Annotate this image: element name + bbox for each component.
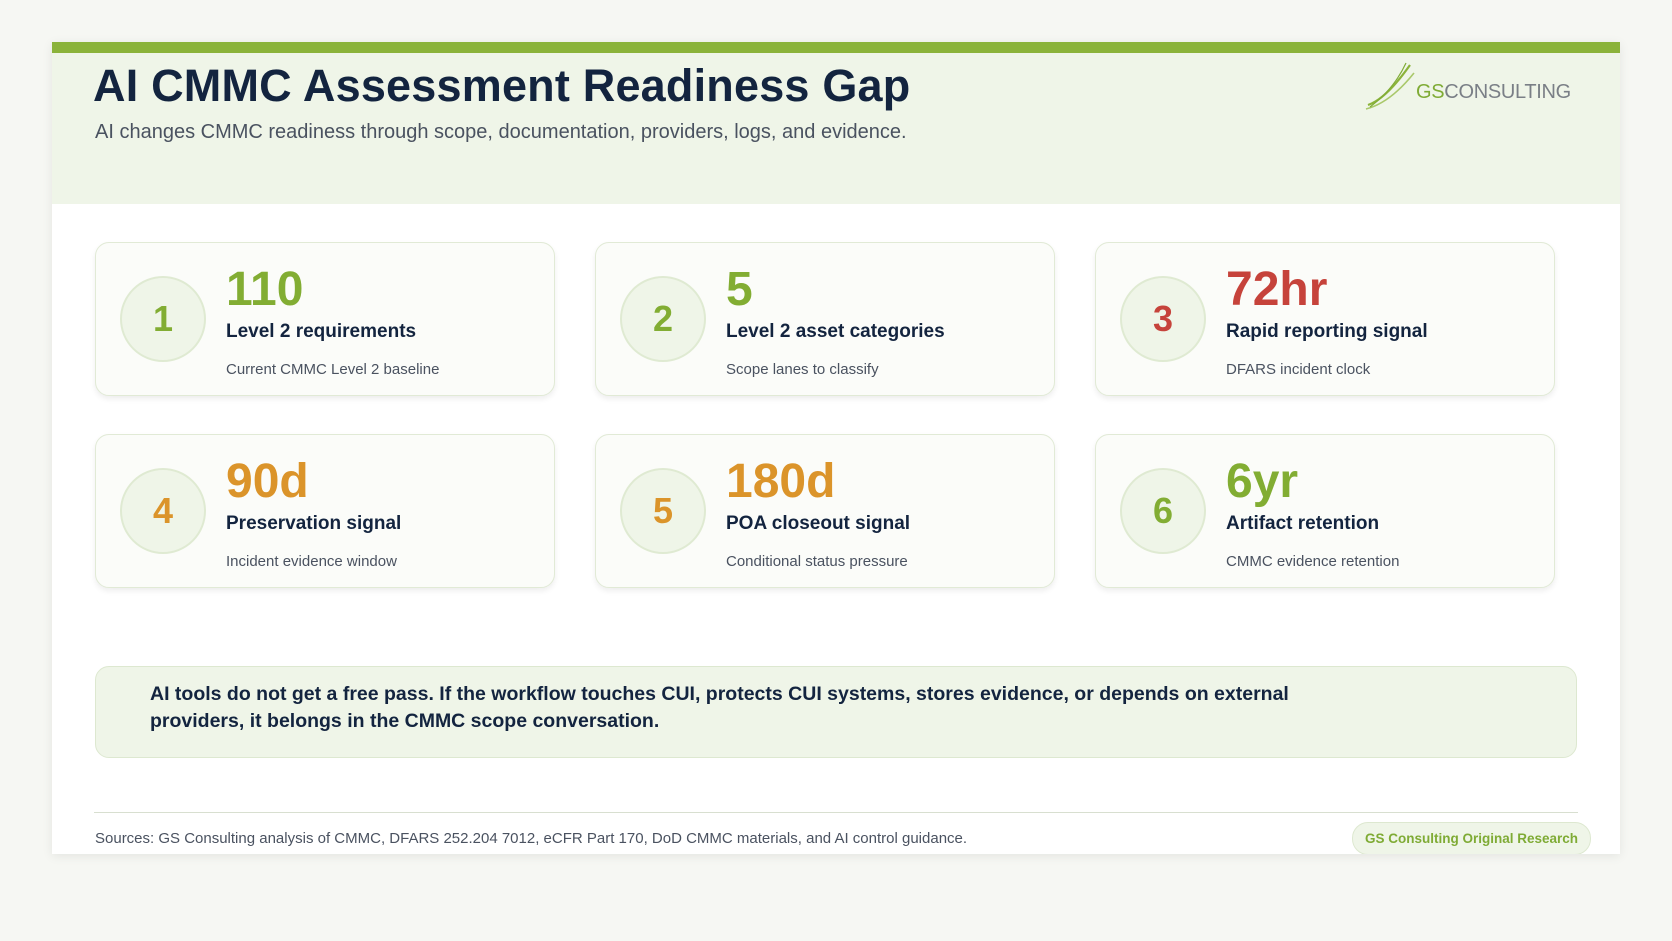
step-number: 2 <box>620 276 706 362</box>
step-number: 5 <box>620 468 706 554</box>
footer-divider <box>94 812 1578 813</box>
stat-card-4: 4 90d Preservation signal Incident evide… <box>95 434 555 588</box>
stat-value: 110 <box>226 263 304 316</box>
step-number: 4 <box>120 468 206 554</box>
stat-value: 180d <box>726 455 836 508</box>
stat-description: DFARS incident clock <box>1226 361 1371 378</box>
stat-description: Incident evidence window <box>226 553 397 570</box>
stat-description: CMMC evidence retention <box>1226 553 1400 570</box>
step-number: 3 <box>1120 276 1206 362</box>
stat-card-3: 3 72hr Rapid reporting signal DFARS inci… <box>1095 242 1555 396</box>
stat-description: Scope lanes to classify <box>726 361 879 378</box>
stat-label: Level 2 requirements <box>226 321 417 342</box>
stat-card-2: 2 5 Level 2 asset categories Scope lanes… <box>595 242 1055 396</box>
callout-text: AI tools do not get a free pass. If the … <box>150 683 1289 732</box>
stat-card-5: 5 180d POA closeout signal Conditional s… <box>595 434 1055 588</box>
stat-label: Artifact retention <box>1226 513 1380 534</box>
stat-label: Preservation signal <box>226 513 402 534</box>
stat-description: Current CMMC Level 2 baseline <box>226 361 440 378</box>
swoosh-icon <box>1365 62 1415 110</box>
stat-label: Rapid reporting signal <box>1226 321 1428 342</box>
accent-bar <box>52 42 1620 53</box>
stat-value: 72hr <box>1226 263 1328 316</box>
sources-text: Sources: GS Consulting analysis of CMMC,… <box>95 830 968 847</box>
header: AI CMMC Assessment Readiness Gap AI chan… <box>52 53 1620 204</box>
stat-value: 6yr <box>1226 455 1299 508</box>
stat-label: Level 2 asset categories <box>726 321 945 342</box>
page-title: AI CMMC Assessment Readiness Gap <box>93 60 911 111</box>
stat-value: 90d <box>226 455 309 508</box>
research-badge: GS Consulting Original Research <box>1352 822 1592 854</box>
company-logo: GSCONSULTING <box>1364 59 1571 111</box>
stat-label: POA closeout signal <box>726 513 911 534</box>
stat-card-1: 1 110 Level 2 requirements Current CMMC … <box>95 242 555 396</box>
stat-card-6: 6 6yr Artifact retention CMMC evidence r… <box>1095 434 1555 588</box>
stat-value: 5 <box>726 263 753 316</box>
callout-box: AI tools do not get a free pass. If the … <box>95 666 1577 758</box>
step-number: 1 <box>120 276 206 362</box>
slide: AI CMMC Assessment Readiness Gap AI chan… <box>52 42 1620 854</box>
logo-text: GSCONSULTING <box>1416 81 1571 103</box>
page-subtitle: AI changes CMMC readiness through scope,… <box>95 121 907 143</box>
stat-description: Conditional status pressure <box>726 553 908 570</box>
step-number: 6 <box>1120 468 1206 554</box>
